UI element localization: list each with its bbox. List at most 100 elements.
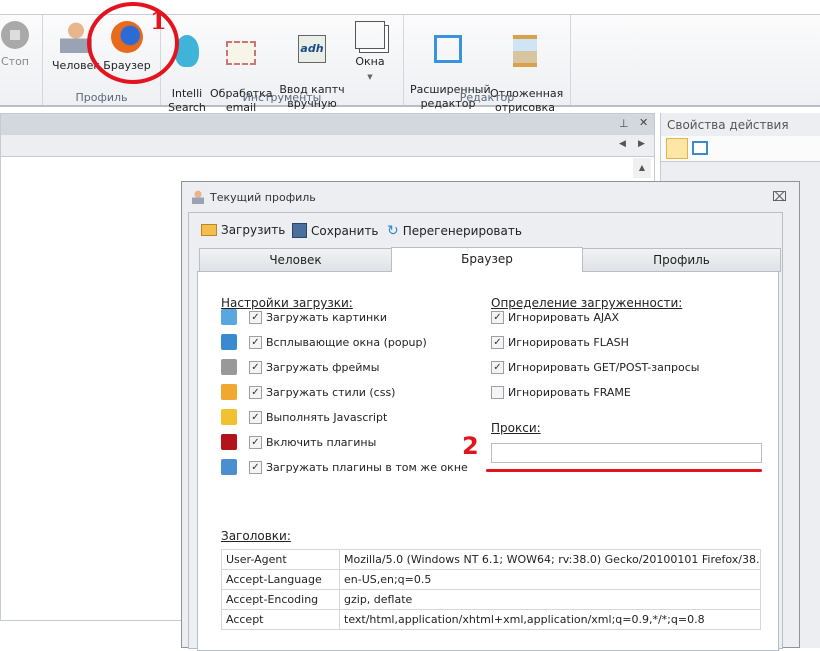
expand-icon xyxy=(434,35,462,63)
regenerate-button[interactable]: ↻ Перегенерировать xyxy=(387,223,522,239)
header-value[interactable]: text/html,application/xhtml+xml,applicat… xyxy=(339,609,761,630)
load-detection-checkbox[interactable]: ✓ xyxy=(491,310,504,324)
regenerate-label: Перегенерировать xyxy=(402,224,522,238)
load-setting-label: Загружать плагины в том же окне xyxy=(266,460,468,474)
load-detection-row: ✓ Игнорировать FLASH xyxy=(491,334,629,350)
load-setting-row: ✓ Загружать стили (css) xyxy=(221,384,395,400)
header-value[interactable]: en-US,en;q=0.5 xyxy=(339,569,761,590)
load-setting-label: Загружать картинки xyxy=(266,310,388,324)
save-icon xyxy=(292,223,307,238)
scrollbar-up-button[interactable]: ▲ xyxy=(633,158,651,178)
save-label: Сохранить xyxy=(311,223,379,238)
load-setting-row: ✓ Загружать плагины в том же окне xyxy=(221,459,468,475)
document-tab-strip: ◀ ▶ xyxy=(1,135,654,157)
group-label-editor: Редактор xyxy=(459,91,515,104)
browser-tab-panel: Настройки загрузки: ✓ Загружать картинки ✓… xyxy=(197,271,779,651)
load-setting-row: ✓ Загружать картинки xyxy=(221,309,387,325)
property-grid-icon[interactable] xyxy=(666,138,688,159)
plugin-window-icon xyxy=(221,459,237,475)
refresh-icon: ↻ xyxy=(387,223,399,239)
load-setting-row: ✓ Включить плагины xyxy=(221,434,376,450)
load-setting-label: Выполнять Javascript xyxy=(266,410,388,424)
scroll-right-icon[interactable]: ▶ xyxy=(638,139,645,149)
headers-table: User-Agent Mozilla/5.0 (Windows NT 6.1; W… xyxy=(221,549,761,630)
annotation-number-1: 1 xyxy=(150,6,167,35)
bottom-strip xyxy=(0,620,181,648)
header-row[interactable]: User-Agent Mozilla/5.0 (Windows NT 6.1; W… xyxy=(221,549,761,570)
header-row[interactable]: Accept-Encoding gzip, deflate xyxy=(221,589,761,610)
document-pane-header: ⊥ ✕ xyxy=(1,114,654,135)
dialog-body: Загрузить Сохранить ↻ Перегенерировать Че… xyxy=(188,212,783,651)
css-icon xyxy=(221,384,237,400)
windows-button[interactable]: Окна ▼ xyxy=(350,21,390,84)
load-detection-checkbox[interactable]: ✓ xyxy=(491,335,504,349)
load-setting-row: ✓ Всплывающие окна (popup) xyxy=(221,334,427,350)
tab-profile[interactable]: Профиль xyxy=(582,248,781,272)
load-button[interactable]: Загрузить xyxy=(201,223,285,237)
load-setting-checkbox[interactable]: ✓ xyxy=(249,460,262,474)
dialog-title: Текущий профиль xyxy=(210,191,316,204)
load-detection-heading: Определение загруженности: xyxy=(491,296,683,310)
popup-icon xyxy=(221,334,237,350)
load-label: Загрузить xyxy=(221,223,286,237)
stop-button[interactable]: Стоп xyxy=(0,21,30,69)
close-icon[interactable]: ✕ xyxy=(639,116,648,129)
load-setting-checkbox[interactable]: ✓ xyxy=(249,360,262,374)
header-row[interactable]: Accept text/html,application/xhtml+xml,ap… xyxy=(221,609,761,630)
load-setting-checkbox[interactable]: ✓ xyxy=(249,385,262,399)
load-detection-checkbox[interactable] xyxy=(491,385,504,399)
chevron-down-icon: ▼ xyxy=(367,73,373,81)
annotation-number-2: 2 xyxy=(462,432,479,460)
header-name[interactable]: Accept-Encoding xyxy=(221,589,340,610)
load-detection-row: ✓ Игнорировать AJAX xyxy=(491,309,619,325)
load-detection-checkbox[interactable]: ✓ xyxy=(491,360,504,374)
pin-icon[interactable]: ⊥ xyxy=(619,117,629,130)
dialog-close-button[interactable]: ⌧ xyxy=(772,190,787,205)
load-setting-checkbox[interactable]: ✓ xyxy=(249,335,262,349)
stop-label: Стоп xyxy=(0,55,29,68)
folder-icon xyxy=(201,224,217,236)
email-icon xyxy=(226,41,256,65)
javascript-icon xyxy=(221,409,237,425)
group-label-profile: Профиль xyxy=(75,91,128,104)
header-name[interactable]: Accept-Language xyxy=(221,569,340,590)
headers-heading: Заголовки: xyxy=(221,529,291,543)
proxy-label: Прокси: xyxy=(491,421,541,435)
load-setting-label: Всплывающие окна (popup) xyxy=(266,335,427,349)
header-value[interactable]: Mozilla/5.0 (Windows NT 6.1; WOW64; rv:3… xyxy=(339,549,761,570)
header-name[interactable]: User-Agent xyxy=(221,549,340,570)
load-detection-row: ✓ Игнорировать GET/POST-запросы xyxy=(491,359,699,375)
profile-icon xyxy=(192,190,204,204)
windows-label: Окна xyxy=(355,55,385,68)
load-setting-checkbox[interactable]: ✓ xyxy=(249,410,262,424)
load-setting-checkbox[interactable]: ✓ xyxy=(249,310,262,324)
load-setting-row: ✓ Загружать фреймы xyxy=(221,359,379,375)
tab-person[interactable]: Человек xyxy=(199,248,392,272)
scroll-left-icon[interactable]: ◀ xyxy=(619,139,626,149)
group-label-tools: Инструменты xyxy=(242,91,322,104)
load-detection-row: Игнорировать FRAME xyxy=(491,384,631,400)
pane-toolbar xyxy=(661,136,820,162)
separator xyxy=(570,15,571,105)
load-setting-checkbox[interactable]: ✓ xyxy=(249,435,262,449)
load-setting-label: Включить плагины xyxy=(266,435,377,449)
load-settings-heading: Настройки загрузки: xyxy=(221,296,353,310)
frame-icon xyxy=(221,359,237,375)
header-row[interactable]: Accept-Language en-US,en;q=0.5 xyxy=(221,569,761,590)
load-detection-label: Игнорировать GET/POST-запросы xyxy=(508,360,700,374)
header-name[interactable]: Accept xyxy=(221,609,340,630)
header-value[interactable]: gzip, deflate xyxy=(339,589,761,610)
load-detection-label: Игнорировать FRAME xyxy=(508,385,631,399)
load-detection-label: Игнорировать AJAX xyxy=(508,310,620,324)
hourglass-icon xyxy=(513,35,537,67)
load-setting-label: Загружать стили (css) xyxy=(266,385,396,399)
save-button[interactable]: Сохранить xyxy=(292,223,379,238)
events-icon[interactable] xyxy=(692,141,708,155)
load-setting-label: Загружать фреймы xyxy=(266,360,380,374)
proxy-input[interactable] xyxy=(491,443,762,463)
annotation-underline xyxy=(486,469,762,472)
current-profile-dialog: Текущий профиль ⌧ Загрузить Сохранить ↻ П… xyxy=(181,181,800,651)
tab-browser[interactable]: Браузер xyxy=(391,247,583,272)
captcha-icon: adh xyxy=(298,35,326,63)
load-detection-label: Игнорировать FLASH xyxy=(508,335,629,349)
